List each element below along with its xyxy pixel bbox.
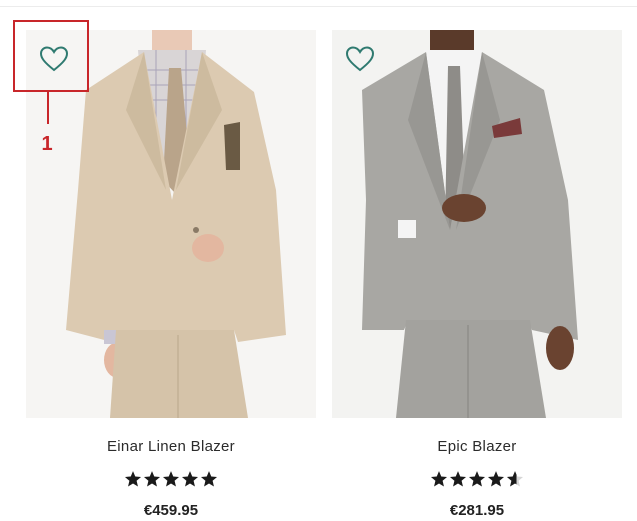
wishlist-button[interactable] [343,44,377,74]
star-icon [181,471,199,487]
star-icon [430,471,448,487]
star-icon [200,471,218,487]
star-icon [468,471,486,487]
product-name[interactable]: Einar Linen Blazer [26,438,316,458]
product-price: €459.95 [143,502,199,519]
product-card[interactable]: Einar Linen Blazer €459.95 [26,30,316,519]
rating-stars [332,470,622,490]
annotation-label: 1 [41,133,53,155]
product-image[interactable] [332,30,622,418]
star-icon [143,471,161,487]
product-name[interactable]: Epic Blazer [332,438,622,458]
heart-outline-icon [346,46,374,72]
product-card[interactable]: Epic Blazer €281.95 [332,30,622,519]
star-icon [449,471,467,487]
blazer-photo [362,30,578,418]
top-divider [0,6,637,7]
star-icon [124,471,142,487]
annotation-box [13,20,89,92]
annotation-line [47,92,49,124]
star-icon [487,471,505,487]
star-icon [162,471,180,487]
rating-stars [26,470,316,490]
star-half-icon [506,471,524,487]
product-price: €281.95 [449,502,505,519]
